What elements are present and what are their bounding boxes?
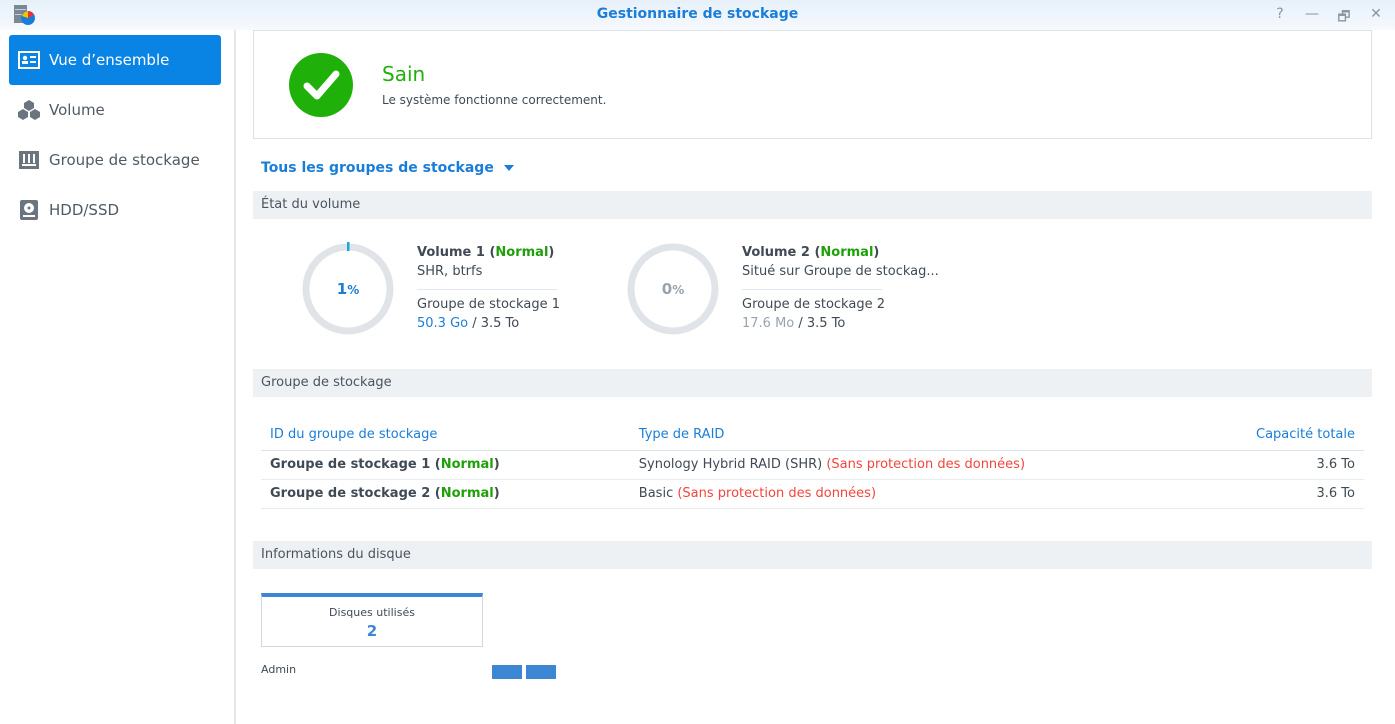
disk-slot-1[interactable] bbox=[492, 665, 522, 679]
title-bar: Gestionnaire de stockage ? — 🗗 ✕ bbox=[0, 0, 1395, 30]
table-row[interactable]: Groupe de stockage 1 (Normal) Synology H… bbox=[261, 450, 1364, 480]
volume-desc: Situé sur Groupe de stockag... bbox=[742, 264, 939, 279]
sidebar-item-volume[interactable]: Volume bbox=[9, 85, 221, 135]
cubes-icon bbox=[18, 100, 40, 120]
check-icon bbox=[289, 53, 353, 117]
sidebar-item-hdd-ssd[interactable]: HDD/SSD bbox=[9, 185, 221, 235]
close-button[interactable]: ✕ bbox=[1369, 6, 1383, 30]
storage-pool-icon bbox=[19, 151, 39, 169]
disk-slot-2[interactable] bbox=[526, 665, 556, 679]
window-title: Gestionnaire de stockage bbox=[596, 6, 799, 22]
volume-1-info[interactable]: Volume 1 (Normal) SHR, btrfs Groupe de s… bbox=[417, 245, 560, 335]
storage-pool-table: ID du groupe de stockage Type de RAID Ca… bbox=[261, 420, 1364, 509]
minimize-button[interactable]: — bbox=[1305, 6, 1319, 30]
volume-pool: Groupe de stockage 1 bbox=[417, 297, 560, 312]
usage-marker bbox=[347, 242, 350, 251]
volume-2-percent: 0% bbox=[661, 280, 685, 298]
caret-down-icon bbox=[503, 165, 514, 171]
disks-used-count: 2 bbox=[366, 622, 378, 640]
filter-label: Tous les groupes de stockage bbox=[261, 160, 494, 176]
sidebar-item-label: HDD/SSD bbox=[49, 201, 120, 219]
health-panel: Sain Le système fonctionne correctement. bbox=[253, 30, 1372, 139]
sidebar-item-storage-pool[interactable]: Groupe de stockage bbox=[9, 135, 221, 185]
disks-used-card[interactable]: Disques utilisés 2 bbox=[261, 593, 483, 647]
storage-pool-filter-dropdown[interactable]: Tous les groupes de stockage bbox=[261, 160, 514, 176]
sidebar-item-label: Vue d’ensemble bbox=[49, 51, 170, 69]
overview-icon bbox=[18, 51, 40, 69]
column-header-raid[interactable]: Type de RAID bbox=[629, 420, 1190, 451]
disks-used-label: Disques utilisés bbox=[329, 606, 415, 619]
column-header-id[interactable]: ID du groupe de stockage bbox=[261, 420, 630, 451]
sidebar-item-label: Volume bbox=[49, 101, 105, 119]
table-row[interactable]: Groupe de stockage 2 (Normal) Basic (San… bbox=[261, 479, 1364, 509]
disk-icon bbox=[20, 200, 38, 220]
volume-pool: Groupe de stockage 2 bbox=[742, 297, 885, 312]
volume-1-percent: 1% bbox=[336, 280, 360, 298]
column-header-capacity[interactable]: Capacité totale bbox=[1189, 420, 1364, 451]
health-status: Sain bbox=[382, 62, 426, 86]
volume-desc: SHR, btrfs bbox=[417, 264, 483, 279]
volume-2-info[interactable]: Volume 2 (Normal) Situé sur Groupe de st… bbox=[742, 245, 939, 335]
disk-owner-label: Admin bbox=[261, 663, 297, 676]
restore-button[interactable]: 🗗 bbox=[1337, 6, 1351, 30]
storage-pool-section-header: Groupe de stockage bbox=[253, 369, 1372, 397]
health-message: Le système fonctionne correctement. bbox=[382, 93, 607, 107]
sidebar: Vue d’ensemble Volume Groupe de stockage… bbox=[0, 30, 236, 724]
sidebar-item-overview[interactable]: Vue d’ensemble bbox=[9, 35, 221, 85]
sidebar-item-label: Groupe de stockage bbox=[49, 151, 200, 169]
help-button[interactable]: ? bbox=[1273, 6, 1287, 30]
disk-info-section-header: Informations du disque bbox=[253, 541, 1372, 569]
volume-section-header: État du volume bbox=[253, 191, 1372, 219]
